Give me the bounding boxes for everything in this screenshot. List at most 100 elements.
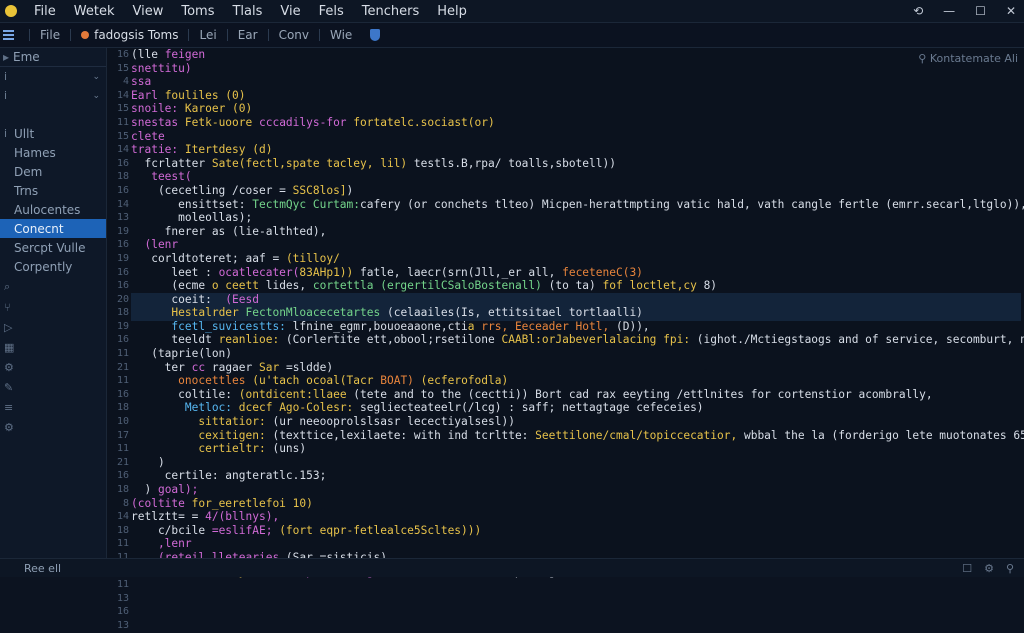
code-line[interactable]: ensittset: TectmQyc Curtam:cafery (or co… xyxy=(131,198,1024,212)
code-line[interactable]: certile: angteratlc.153; xyxy=(131,469,1024,483)
code-line[interactable]: Metloc: dcecf Ago-Colesr: segliecteateel… xyxy=(131,401,1024,415)
code-line[interactable]: corldtoteret; aaf = (tilloy/ xyxy=(131,252,1024,266)
code-line[interactable]: fcrlatter Sate(fectl,spate tacley, lil) … xyxy=(131,157,1024,171)
menu-item-tenchers[interactable]: Tenchers xyxy=(353,4,428,19)
code-line[interactable]: onocettles (u'tach ocoal(Tacr BOAT) (ecf… xyxy=(131,374,1024,388)
extensions-icon[interactable]: ▦ xyxy=(4,341,14,354)
code-token: fnerer as (lie-althted), xyxy=(131,224,327,238)
hamburger-menu-icon[interactable] xyxy=(3,30,23,40)
code-line[interactable]: tratie: Itertdesy (d) xyxy=(131,143,1024,157)
menu-item-help[interactable]: Help xyxy=(428,4,476,19)
breadcrumb[interactable]: ⚲ Kontatemate Ali xyxy=(918,52,1018,65)
tab-file[interactable]: File xyxy=(36,28,64,42)
code-line[interactable]: (coltite for_eeretlefoi 10) xyxy=(131,497,1024,511)
code-line[interactable]: ) xyxy=(131,456,1024,470)
sidebar-item[interactable]: i Ullt xyxy=(0,124,106,143)
shield-icon[interactable] xyxy=(370,29,381,41)
code-line[interactable]: fnerer as (lie-althted), xyxy=(131,225,1024,239)
tab-active[interactable]: fadogsis Toms xyxy=(77,28,182,42)
tab-ear[interactable]: Ear xyxy=(234,28,262,42)
collapse-icon[interactable]: ▸ xyxy=(3,50,9,64)
chevron-down-icon[interactable]: ⌄ xyxy=(92,72,100,82)
status-left-text[interactable]: Ree ell xyxy=(0,562,61,575)
code-line[interactable]: (lenr xyxy=(131,238,1024,252)
maximize-icon[interactable]: ☐ xyxy=(975,4,986,18)
code-line[interactable]: teeldt reanlioe: (Corlertite ett,obool;r… xyxy=(131,333,1024,347)
gear-icon[interactable]: ⚙ xyxy=(984,562,994,575)
code-line[interactable]: moleollas); xyxy=(131,211,1024,225)
code-line[interactable]: ) goal); xyxy=(131,483,1024,497)
sidebar-item[interactable]: Sercpt Vulle xyxy=(0,238,106,257)
minimize-icon[interactable]: — xyxy=(943,4,955,18)
menu-item-file[interactable]: File xyxy=(25,4,65,19)
code-line[interactable]: coeit: (Eesd xyxy=(131,293,1024,307)
code-token: (ur neeooprolslsasr lecectiyalsesl)) xyxy=(272,415,515,429)
code-line[interactable]: certieltr: (uns) xyxy=(131,442,1024,456)
code-line[interactable]: cexitigen: (texttice,lexilaete: with ind… xyxy=(131,429,1024,443)
list-icon[interactable]: ≡ xyxy=(4,401,14,414)
code-line[interactable]: snoile: Karoer (0) xyxy=(131,102,1024,116)
code-content[interactable]: (lle feigen snettitu) ssa Earl fouliles (0)… xyxy=(131,48,1024,578)
chevron-down-icon[interactable]: ⌄ xyxy=(92,91,100,101)
line-number: 11 xyxy=(116,579,129,591)
code-line[interactable]: c/bcile =eslifAE; (fort eqpr-fetlealce5S… xyxy=(131,524,1024,538)
code-line[interactable]: coltile: (ontdicent:llaee (tete and to t… xyxy=(131,388,1024,402)
settings-icon[interactable]: ⚙ xyxy=(4,421,14,434)
code-line[interactable]: (ecme o ceett lides, cortettla (ergertil… xyxy=(131,279,1024,293)
layout-icon[interactable]: ☐ xyxy=(962,562,972,575)
debug-icon[interactable]: ▷ xyxy=(4,321,14,334)
code-line[interactable]: clete xyxy=(131,130,1024,144)
code-line[interactable]: leet : ocatlecater(83AHp1)) fatle, laecr… xyxy=(131,266,1024,280)
sidebar-item[interactable] xyxy=(0,105,106,124)
menu-item-tlals[interactable]: Tlals xyxy=(223,4,271,19)
branch-icon[interactable]: ⑂ xyxy=(4,301,14,314)
tab-lei[interactable]: Lei xyxy=(195,28,220,42)
code-line[interactable]: ter cc ragaer Sar =sldde) xyxy=(131,361,1024,375)
close-icon[interactable]: ✕ xyxy=(1006,4,1016,18)
code-line[interactable]: retlztt= = 4/(bllnys), xyxy=(131,510,1024,524)
sidebar-item[interactable]: Corpently xyxy=(0,257,106,276)
code-editor[interactable]: 16 15 4 14 15 11 15 14 16 18 16 14 13 19 16 19 16 16 20 18 1… xyxy=(107,48,1024,631)
code-token: wbbal the la (forderigo lete muotonates … xyxy=(743,428,1024,442)
notification-icon[interactable]: ⚲ xyxy=(1006,562,1014,575)
code-line[interactable]: fcetl_suvicestts: lfnine_egmr,bouoeaaone… xyxy=(131,320,1024,334)
sidebar-item[interactable]: Dem xyxy=(0,162,106,181)
sidebar-item[interactable]: Conecnt xyxy=(0,219,106,238)
code-line[interactable]: Earl fouliles (0) xyxy=(131,89,1024,103)
file-type-icon xyxy=(81,31,90,39)
code-token: (ighot./Mctiegstaogs and of service, sec… xyxy=(696,333,1024,347)
tab-wie[interactable]: Wie xyxy=(326,28,356,42)
line-number: 11 xyxy=(116,375,129,387)
tab-conv[interactable]: Conv xyxy=(275,28,313,42)
gear-icon[interactable]: ⚙ xyxy=(4,361,14,374)
search-icon[interactable]: ⌕ xyxy=(4,280,14,294)
menu-item-view[interactable]: View xyxy=(123,4,172,19)
sidebar-item[interactable]: Trns xyxy=(0,181,106,200)
line-number: 16 xyxy=(116,49,129,60)
code-token: ragaer xyxy=(211,360,259,374)
code-token: Karoer (0) xyxy=(184,102,253,116)
sidebar-item[interactable]: Hames xyxy=(0,143,106,162)
sidebar-item[interactable]: i ⌄ xyxy=(0,67,106,86)
line-number: 18 xyxy=(116,307,129,319)
code-line[interactable]: teest( xyxy=(131,170,1024,184)
code-line[interactable]: snettitu) xyxy=(131,62,1024,76)
line-number: 20 xyxy=(116,293,129,305)
code-line[interactable]: ,lenr xyxy=(131,537,1024,551)
code-line[interactable]: ssa xyxy=(131,75,1024,89)
menu-item-vie[interactable]: Vie xyxy=(271,4,309,19)
code-line[interactable]: snestas Fetk-uoore cccadilys-for fortate… xyxy=(131,116,1024,130)
code-line[interactable]: (taprie(lon) xyxy=(131,347,1024,361)
code-line[interactable]: (lle feigen xyxy=(131,48,1024,62)
code-line[interactable]: (cecetling /coser = SSC8los]) xyxy=(131,184,1024,198)
code-line[interactable]: sittatior: (ur neeooprolslsasr lecectiya… xyxy=(131,415,1024,429)
edit-icon[interactable]: ✎ xyxy=(4,381,14,394)
code-token: rrs, Eeceader Hotl, xyxy=(481,319,616,333)
sidebar-item[interactable]: i ⌄ xyxy=(0,86,106,105)
refresh-icon[interactable]: ⟲ xyxy=(913,4,923,18)
sidebar-item[interactable]: Aulocentes xyxy=(0,200,106,219)
menu-item-wetek[interactable]: Wetek xyxy=(65,4,124,19)
menu-item-fels[interactable]: Fels xyxy=(310,4,353,19)
menu-item-toms[interactable]: Toms xyxy=(172,4,223,19)
code-line[interactable]: Hestalrder FectonMloacecetartes (celaail… xyxy=(131,306,1024,320)
